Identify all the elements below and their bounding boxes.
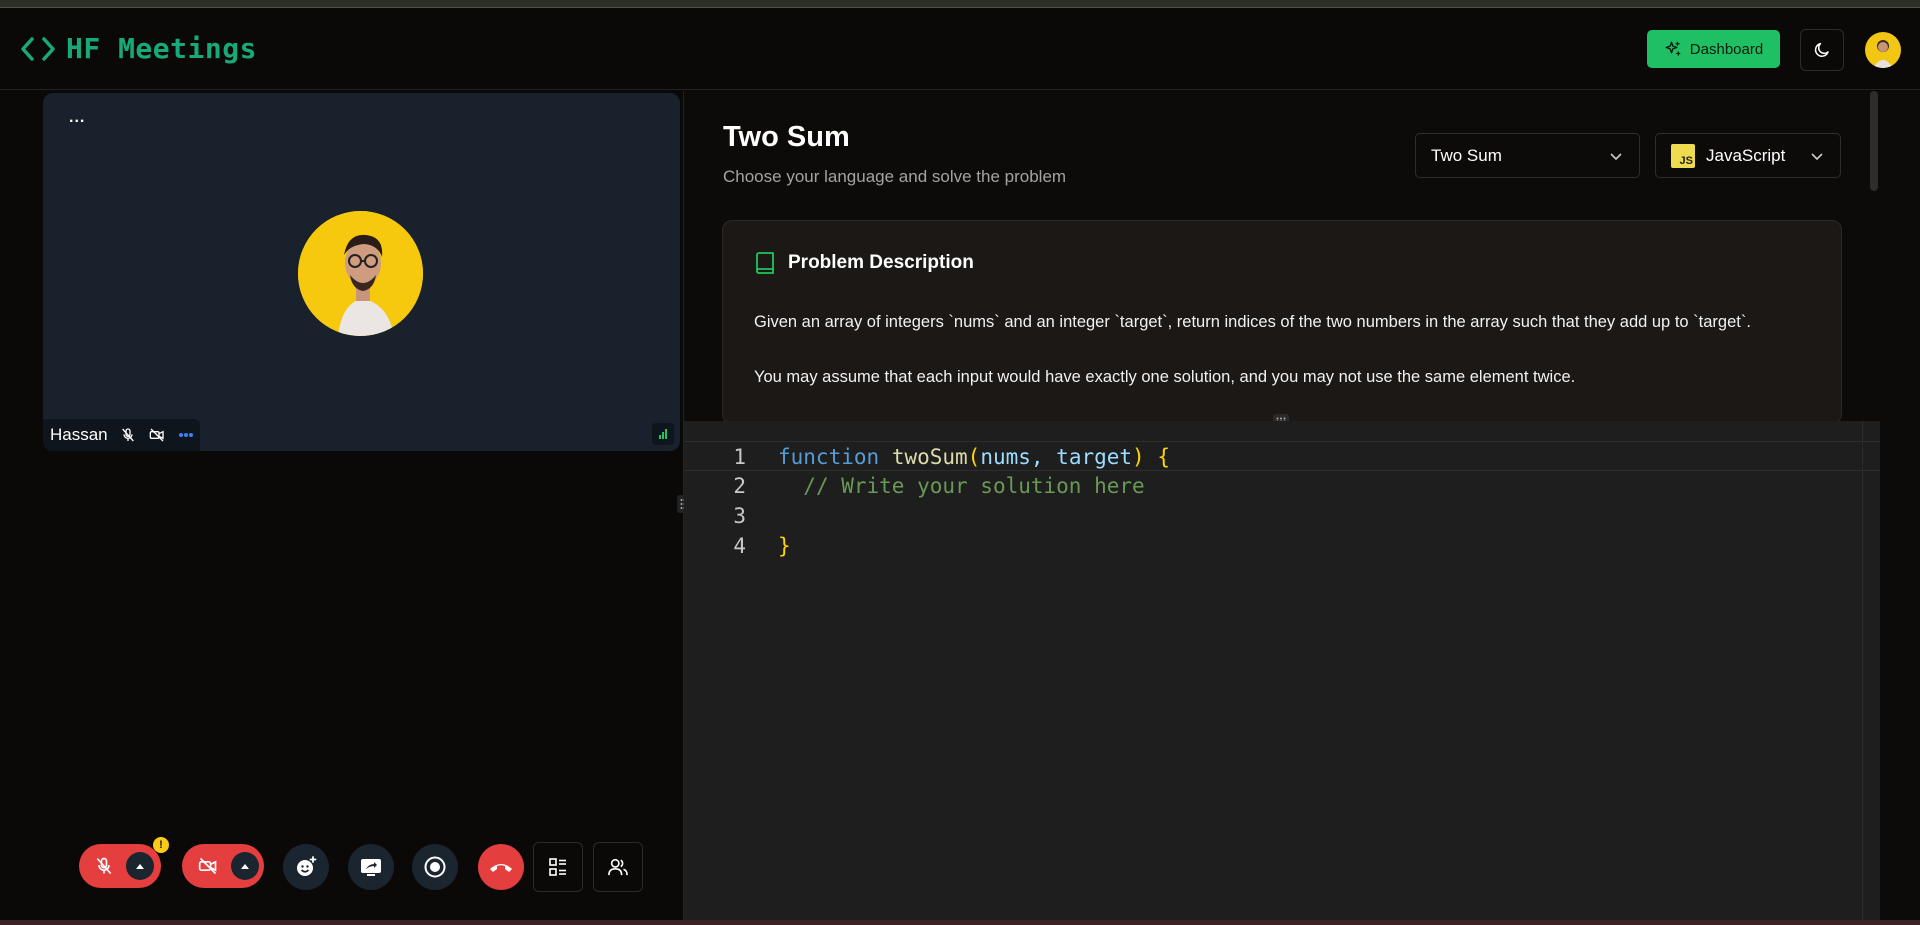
problem-title: Two Sum (723, 121, 850, 153)
code-comment: // Write your solution here (803, 474, 1145, 498)
code-brackets-icon (21, 36, 55, 61)
app-logo[interactable]: HF Meetings (20, 32, 257, 65)
network-signal-icon (652, 423, 674, 445)
share-screen-button[interactable] (348, 844, 394, 890)
code-line[interactable]: 2 // Write your solution here (684, 471, 1880, 501)
mic-toggle-button[interactable] (79, 844, 161, 888)
code-params: nums, target (980, 445, 1133, 469)
mic-muted-icon (121, 428, 134, 442)
description-paragraph-2: You may assume that each input would hav… (754, 368, 1576, 386)
participant-tile[interactable]: ... Hassan (43, 93, 680, 451)
app-header: HF Meetings Dashboard (0, 8, 1920, 90)
video-panel: ... Hassan ! (0, 91, 682, 925)
camera-options-button[interactable] (231, 852, 259, 880)
camera-off-icon (198, 857, 217, 875)
user-avatar[interactable] (1865, 32, 1901, 68)
book-icon (756, 252, 774, 274)
code-closing-brace: } (778, 534, 791, 558)
reactions-button[interactable] (283, 844, 329, 890)
tile-menu-icon[interactable]: ... (69, 109, 85, 127)
description-paragraph-1: Given an array of integers `nums` and an… (754, 313, 1751, 331)
description-heading: Problem Description (754, 251, 974, 275)
moon-icon (1814, 42, 1829, 57)
language-select[interactable]: JS JavaScript (1655, 133, 1841, 178)
problem-select[interactable]: Two Sum (1415, 133, 1640, 178)
chevron-up-icon (241, 864, 249, 869)
leave-call-button[interactable] (478, 844, 524, 890)
editor-overview-ruler (1862, 421, 1863, 925)
layout-button[interactable] (533, 842, 583, 892)
participant-name: Hassan (50, 425, 108, 444)
record-button[interactable] (412, 844, 458, 890)
problem-description-card: Problem Description Given an array of in… (722, 220, 1842, 424)
line-number: 1 (733, 445, 746, 469)
mic-warning-badge: ! (153, 837, 169, 853)
code-keyword: function (778, 445, 880, 469)
record-icon (424, 856, 446, 878)
more-options-icon[interactable] (178, 432, 194, 438)
bottom-edge (0, 920, 1920, 925)
mic-off-icon (96, 857, 112, 875)
code-line[interactable]: 3 (684, 501, 1880, 531)
problem-select-value: Two Sum (1431, 145, 1502, 165)
dashboard-label: Dashboard (1689, 40, 1764, 58)
code-editor[interactable]: 1 function twoSum(nums, target) { 2 // W… (684, 421, 1880, 925)
theme-toggle-button[interactable] (1800, 29, 1844, 71)
screen-share-icon (361, 859, 381, 876)
participants-button[interactable] (593, 842, 643, 892)
language-select-value: JavaScript (1706, 145, 1786, 165)
emoji-add-icon (297, 856, 317, 876)
line-number: 4 (733, 534, 746, 558)
line-number: 3 (733, 504, 746, 528)
participant-name-bar: Hassan (43, 419, 200, 451)
line-number: 2 (733, 474, 746, 498)
code-function-name: twoSum (891, 445, 968, 469)
sparkles-icon (1665, 41, 1681, 56)
browser-top-strip (0, 0, 1920, 8)
call-controls: ! (0, 836, 682, 896)
panel-scrollbar[interactable] (1870, 91, 1878, 191)
app-name: HF Meetings (66, 32, 257, 65)
camera-off-icon (149, 428, 164, 442)
layout-grid-icon (549, 858, 566, 876)
chevron-down-icon (1811, 153, 1823, 161)
code-line[interactable]: 4 } (684, 531, 1880, 561)
code-line[interactable]: 1 function twoSum(nums, target) { (684, 441, 1880, 471)
phone-hangup-icon (490, 864, 512, 872)
participant-avatar (298, 211, 423, 336)
description-heading-text: Problem Description (788, 252, 974, 273)
mic-options-button[interactable] (126, 852, 154, 880)
dashboard-button[interactable]: Dashboard (1647, 30, 1780, 68)
problem-subtitle: Choose your language and solve the probl… (723, 167, 1067, 186)
chevron-up-icon (136, 864, 144, 869)
chevron-down-icon (1610, 153, 1622, 161)
javascript-icon: JS (1671, 143, 1695, 168)
camera-toggle-button[interactable] (182, 844, 264, 888)
users-icon (608, 858, 628, 876)
